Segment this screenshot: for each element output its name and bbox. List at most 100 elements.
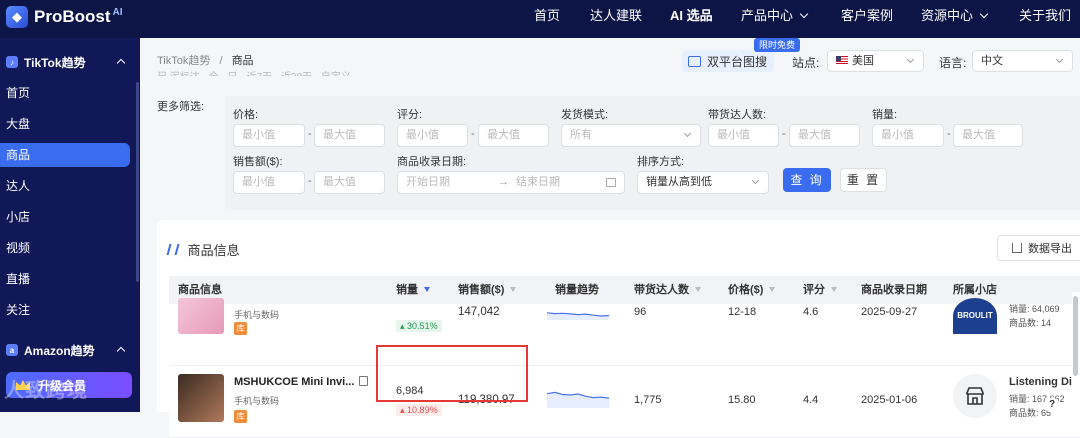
brand-logo[interactable]: ◆ ProBoost AI <box>6 6 123 28</box>
language-select[interactable]: 中文 <box>972 50 1073 72</box>
product-thumbnail[interactable] <box>178 298 224 334</box>
sidebar-group-label: Amazon趋势 <box>24 343 95 358</box>
revenue-min-input[interactable]: 最小值 <box>233 171 305 194</box>
sidebar-scrollbar[interactable] <box>136 82 139 282</box>
date-arrow: → <box>498 176 509 188</box>
column-header-label: 评分 <box>803 284 825 296</box>
price-label: 价格: <box>233 109 259 121</box>
store-name[interactable]: Listening Dig <box>1009 376 1079 388</box>
sidebar-item[interactable]: 达人 <box>0 174 130 198</box>
copy-icon[interactable] <box>359 376 368 386</box>
sidebar-item[interactable]: 直播 <box>0 267 130 291</box>
revenue-max-input[interactable]: 最大值 <box>314 171 385 194</box>
sidebar-item[interactable]: 视频 <box>0 236 130 260</box>
breadcrumb: TikTok趋势 / 商品 <box>157 52 254 68</box>
nav-item[interactable]: 达人建联 <box>590 0 642 38</box>
creators-min-input[interactable]: 最小值 <box>708 124 779 147</box>
rating-label: 评分: <box>397 109 423 121</box>
product-name[interactable]: MSHUKCOE Mini Invi... <box>234 376 354 388</box>
rating-min-input[interactable]: 最小值 <box>397 124 468 147</box>
range-dash: - <box>782 128 786 140</box>
nav-item-label: AI 选品 <box>670 8 713 23</box>
volume-max-input[interactable]: 最大值 <box>953 124 1023 147</box>
column-header[interactable]: 价格($) <box>728 276 776 304</box>
export-label: 数据导出 <box>1028 243 1072 255</box>
sort-value: 销量从高到低 <box>646 176 712 188</box>
sidebar-group-amazon[interactable]: a Amazon趋势 <box>0 338 136 362</box>
store-icon[interactable] <box>953 374 997 418</box>
sort-caret-icon[interactable] <box>831 287 837 292</box>
nav-item[interactable]: 首页 <box>534 0 560 38</box>
sidebar-item[interactable]: 商品 <box>0 143 130 167</box>
column-header[interactable]: 销量 <box>396 276 430 304</box>
calendar-icon <box>606 178 616 187</box>
column-header[interactable]: 带货达人数 <box>634 276 701 304</box>
creator-count: 1,775 <box>634 394 662 406</box>
sort-caret-icon[interactable] <box>510 287 517 292</box>
price-value: 15.80 <box>728 394 756 406</box>
nav-item[interactable]: 产品中心 <box>741 0 809 38</box>
breadcrumb-parent[interactable]: TikTok趋势 <box>157 55 210 67</box>
table-row[interactable]: MSHUKCOE Mini Invi... 手机与数码库 6,984 ▴ 10.89%… <box>169 366 1080 438</box>
chevron-down-icon <box>906 55 915 64</box>
shipping-select[interactable]: 所有 <box>561 124 701 147</box>
sidebar-item[interactable]: 首页 <box>0 81 130 105</box>
range-dash: - <box>471 128 475 140</box>
language-label: 语言: <box>939 56 967 70</box>
help-icon[interactable]: ? <box>1044 398 1060 412</box>
product-category: 手机与数码 <box>234 396 280 406</box>
creators-label: 带货达人数: <box>708 109 767 121</box>
creators-max-input[interactable]: 最大值 <box>789 124 860 147</box>
product-info-card: 商品信息 数据导出 商品信息 销量 销售额($) 销量趋势 带货达人数 价格($) 评分 商品… <box>157 220 1080 438</box>
upgrade-button[interactable]: 升级会员 <box>6 372 132 398</box>
listed-date: 2025-09-27 <box>861 306 918 318</box>
sidebar-item[interactable]: 关注 <box>0 298 130 322</box>
store-logo[interactable]: BROULIT <box>953 298 997 334</box>
store-product-count: 商品数: 14 <box>1009 318 1052 328</box>
column-header[interactable]: 评分 <box>803 276 837 304</box>
scrollbar-thumb[interactable] <box>1073 296 1078 376</box>
listed-date: 2025-01-06 <box>861 394 918 406</box>
rating-max-input[interactable]: 最大值 <box>478 124 549 147</box>
sidebar-item[interactable]: 大盘 <box>0 112 130 136</box>
table-row[interactable]: 手机与数码库 ▴ 30.51% 147,042 96 12-18 4.6 2025-09-2… <box>169 298 1080 366</box>
site-select[interactable]: 美国 <box>827 50 924 72</box>
nav-item-label: 产品中心 <box>741 8 794 23</box>
top-navbar: ◆ ProBoost AI 首页 达人建联 AI 选品 产品中心 客户案例 资源中心 关于我… <box>0 0 1080 38</box>
price-max-input[interactable]: 最大值 <box>314 124 385 147</box>
volume-min-input[interactable]: 最小值 <box>872 124 944 147</box>
column-header-label: 商品收录日期 <box>861 284 927 296</box>
sales-change-badge: ▴ 10.89% <box>396 404 442 416</box>
column-header-label: 销量趋势 <box>555 284 599 296</box>
sort-caret-icon[interactable] <box>769 287 776 292</box>
dual-platform-image-search-button[interactable]: 双平台图搜 <box>682 50 774 72</box>
sidebar-group-tiktok[interactable]: ♪ TikTok趋势 <box>0 50 136 74</box>
sidebar-item[interactable]: 小店 <box>0 205 130 229</box>
table-scrollbar[interactable] <box>1072 292 1080 412</box>
reset-button[interactable]: 重 置 <box>840 168 887 192</box>
column-header-label: 带货达人数 <box>634 284 689 296</box>
sort-caret-icon[interactable] <box>424 287 430 292</box>
export-data-button[interactable]: 数据导出 <box>997 235 1080 261</box>
nav-item[interactable]: 关于我们 <box>1019 0 1071 38</box>
date-range-picker[interactable]: 开始日期 → 结束日期 <box>397 171 625 194</box>
price-min-input[interactable]: 最小值 <box>233 124 305 147</box>
nav-item[interactable]: 资源中心 <box>921 0 989 38</box>
sparkline-area <box>547 392 609 408</box>
column-header[interactable]: 销售额($) <box>458 276 517 304</box>
sort-select[interactable]: 销量从高到低 <box>637 171 769 194</box>
sales-trend-sparkline[interactable] <box>547 382 609 408</box>
card-title-text: 商品信息 <box>187 243 240 258</box>
shop-icon <box>966 387 984 405</box>
free-badge: 限时免费 <box>754 38 801 52</box>
nav-item[interactable]: AI 选品 <box>670 0 713 38</box>
sales-change-value: 30.51% <box>407 321 438 331</box>
sort-caret-icon[interactable] <box>695 287 701 292</box>
nav-item[interactable]: 客户案例 <box>841 0 893 38</box>
query-button[interactable]: 查 询 <box>783 168 831 192</box>
product-thumbnail[interactable] <box>178 374 224 422</box>
title-accent-icon <box>166 244 172 255</box>
column-header-label: 价格($) <box>728 284 764 296</box>
range-dash: - <box>308 175 312 187</box>
sales-trend-sparkline[interactable] <box>547 304 609 320</box>
